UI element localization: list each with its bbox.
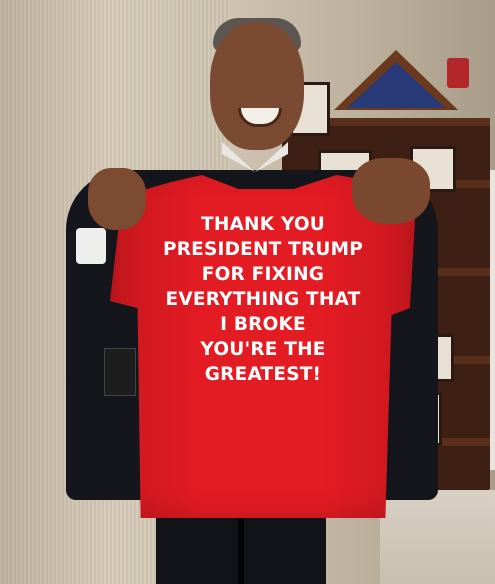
shirt-line: EVERYTHING THAT: [165, 289, 361, 310]
shirt-line: I BROKE: [220, 314, 306, 335]
face: [210, 22, 304, 150]
shirt-line: FOR FIXING: [201, 264, 325, 285]
photo: THANK YOU PRESIDENT TRUMP FOR FIXING EVE…: [0, 0, 495, 584]
shirt-line: THANK YOU: [201, 214, 325, 235]
shirt-cuff: [76, 228, 106, 264]
folded-flag: [347, 62, 445, 108]
shirt-line: GREATEST!: [204, 364, 322, 385]
shirt-line: YOU'RE THE: [200, 339, 326, 360]
shirt-line: PRESIDENT TRUMP: [162, 239, 364, 260]
shirt-message: THANK YOU PRESIDENT TRUMP FOR FIXING EVE…: [130, 212, 396, 387]
fire-alarm: [447, 58, 469, 88]
